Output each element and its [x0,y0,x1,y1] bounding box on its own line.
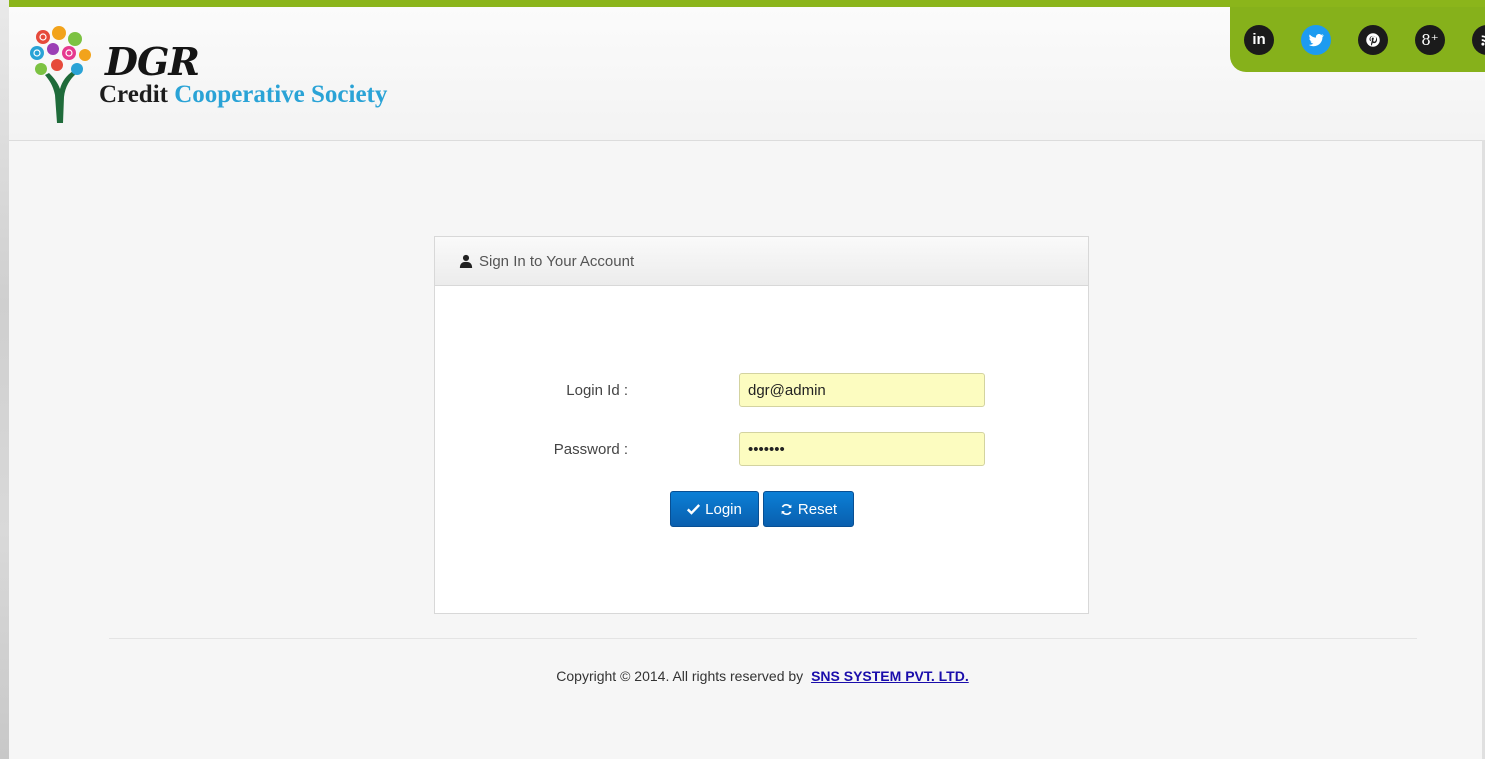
page: DGR Credit Cooperative Society in 8⁺ Sig… [0,0,1485,759]
login-button[interactable]: Login [670,491,759,527]
login-button-label: Login [705,500,742,518]
reset-button[interactable]: Reset [763,491,854,527]
login-id-label: Login Id : [566,382,628,399]
login-panel-title: Sign In to Your Account [479,252,635,270]
window-edge [0,0,9,759]
linkedin-label: in [1252,31,1266,48]
login-id-row: Login Id : [435,373,1088,409]
copyright-text: Copyright © 2014. All rights reserved by… [0,668,1485,684]
google-plus-label: 8⁺ [1421,30,1439,49]
login-panel: Sign In to Your Account Login Id : Passw… [434,236,1089,614]
login-panel-heading: Sign In to Your Account [435,237,1088,286]
tree-logo-icon[interactable] [27,25,93,123]
reset-button-label: Reset [797,500,838,518]
brand-subtitle-credit: Credit [99,81,168,108]
linkedin-icon[interactable]: in [1244,24,1274,55]
google-plus-icon[interactable]: 8⁺ [1415,24,1445,55]
user-icon [459,254,473,268]
brand-name: DGR [105,39,200,84]
password-input[interactable] [739,432,985,466]
company-link[interactable]: SNS SYSTEM PVT. LTD. [811,668,969,684]
checkmark-icon [687,503,701,515]
brand-subtitle-society: Cooperative Society [174,81,388,108]
social-links-bar: in 8⁺ [1230,7,1485,72]
login-id-input[interactable] [739,373,985,407]
twitter-icon[interactable] [1301,24,1331,55]
footer-divider [109,638,1417,639]
refresh-icon [780,503,793,516]
top-accent-bar [9,0,1485,7]
password-row: Password : [435,432,1088,468]
brand-subtitle: Credit Cooperative Society [99,82,387,108]
pinterest-icon[interactable] [1358,24,1388,55]
copyright-label: Copyright © 2014. All rights reserved by [556,668,804,684]
password-label: Password : [553,441,628,458]
rss-icon[interactable] [1472,24,1485,55]
